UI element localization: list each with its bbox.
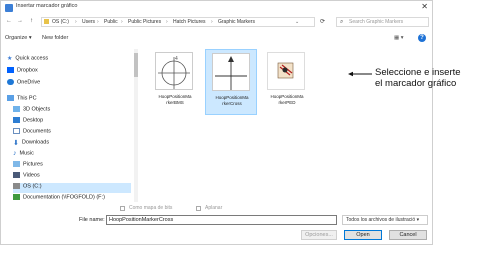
refresh-icon[interactable]: ⟳ [320, 18, 325, 25]
back-arrow-icon[interactable]: ← [6, 18, 12, 24]
help-icon[interactable]: ? [418, 34, 426, 42]
file-dialog: Insertar marcador gráfico ✕ ← → ↑ OS (C:… [0, 0, 433, 245]
options-button[interactable]: Opciones... [301, 230, 337, 240]
star-icon: ★ [7, 56, 13, 62]
title-bar: Insertar marcador gráfico ✕ [1, 1, 432, 15]
new-folder-button[interactable]: New folder [42, 35, 68, 41]
music-icon: ♪ [13, 150, 17, 157]
sidebar-item-dropbox[interactable]: Dropbox [7, 67, 38, 77]
document-icon [13, 128, 20, 134]
breadcrumb-public[interactable]: Public [104, 19, 118, 25]
file-name-input[interactable]: HoopPositionMarkerCross [106, 215, 337, 225]
breadcrumb-graphic-markers[interactable]: Graphic Markers [218, 19, 255, 25]
svg-text:4: 4 [175, 56, 178, 62]
callout-line-2: el marcador gráfico [375, 78, 457, 89]
breadcrumb-users[interactable]: Users [82, 19, 95, 25]
computer-icon [7, 95, 14, 101]
file-name-label: File name: [79, 217, 105, 223]
address-dropdown-icon[interactable]: ⌄ [295, 19, 299, 25]
bitmap-checkbox[interactable] [120, 206, 125, 211]
breadcrumb-hatch-pictures[interactable]: Hatch Pictures [173, 19, 206, 25]
sidebar-item-documentation-drive[interactable]: Documentation (\\FOGFOLD) (F:) [13, 194, 105, 204]
view-options-icon[interactable]: ▦ ▾ [394, 35, 404, 41]
navigation-pane: ★ Quick access Dropbox OneDrive This PC 3… [1, 49, 137, 204]
callout-arrow-icon [348, 71, 372, 77]
sidebar-item-quick-access[interactable]: ★ Quick access [7, 55, 48, 65]
address-bar[interactable]: OS (C:) › Users › Public › Public Pictur… [41, 17, 315, 27]
organize-button[interactable]: Organize ▾ [5, 35, 32, 41]
sidebar-scroll-thumb[interactable] [134, 53, 138, 77]
sidebar-item-music[interactable]: ♪ Music [13, 150, 34, 160]
sidebar-item-documents[interactable]: Documents [13, 128, 51, 138]
sidebar-item-videos[interactable]: Videos [13, 172, 40, 182]
annotation-callout: Seleccione e inserte el marcador gráfico [375, 67, 461, 89]
sidebar-item-onedrive[interactable]: OneDrive [7, 79, 40, 89]
open-button[interactable]: Open [344, 230, 382, 240]
close-icon[interactable]: ✕ [421, 2, 428, 11]
insert-options: Como mapa de bits Aplanar [1, 204, 432, 213]
dropbox-icon [7, 67, 14, 73]
network-drive-icon [13, 194, 20, 200]
file-item[interactable]: HoopPositionMa rkerPED [261, 49, 313, 115]
file-item[interactable]: 4 HoopPositionMa rkerBMS [149, 49, 201, 115]
navigation-row: ← → ↑ OS (C:) › Users › Public › Public … [1, 15, 432, 29]
up-arrow-icon[interactable]: ↑ [30, 18, 33, 24]
file-name-row: File name: HoopPositionMarkerCross Todos… [1, 215, 432, 227]
hoop-image-thumbnail [267, 52, 305, 90]
app-icon [5, 4, 13, 12]
folder-icon [44, 19, 49, 24]
sidebar-item-pictures[interactable]: Pictures [13, 161, 43, 171]
crosshair-arrow-thumbnail [212, 53, 250, 91]
breadcrumb-os-c[interactable]: OS (C:) [52, 19, 69, 25]
video-icon [13, 172, 20, 178]
sidebar-item-os-c[interactable]: OS (C:) [13, 183, 131, 193]
window-title: Insertar marcador gráfico [16, 3, 78, 9]
search-input[interactable]: Search Graphic Markers [349, 19, 403, 25]
search-icon: ⌕ [340, 19, 344, 25]
cloud-icon [7, 79, 14, 85]
crosshair-circle-thumbnail: 4 [155, 52, 193, 90]
file-item-selected[interactable]: HoopPositionMa rkerCross [205, 49, 257, 115]
download-icon: ⬇ [13, 140, 19, 147]
sidebar-item-desktop[interactable]: Desktop [13, 117, 43, 127]
search-box[interactable]: ⌕ Search Graphic Markers [336, 17, 429, 27]
flatten-option-label: Aplanar [205, 205, 223, 211]
pictures-icon [13, 161, 20, 167]
sidebar-item-3d-objects[interactable]: 3D Objects [13, 106, 50, 116]
cancel-button[interactable]: Cancel [389, 230, 427, 240]
sidebar-item-this-pc[interactable]: This PC [7, 95, 37, 105]
callout-line-1: Seleccione e inserte [375, 67, 461, 78]
file-type-select[interactable]: Todos los archivos de ilustració ▾ [342, 215, 428, 225]
flatten-checkbox[interactable] [196, 206, 201, 211]
breadcrumb-public-pictures[interactable]: Public Pictures [128, 19, 161, 25]
bitmap-option-label: Como mapa de bits [129, 205, 173, 211]
toolbar: Organize ▾ New folder ▦ ▾ ? [1, 34, 432, 44]
forward-arrow-icon[interactable]: → [17, 18, 23, 24]
cube-icon [13, 106, 20, 112]
sidebar-item-downloads[interactable]: ⬇ Downloads [13, 139, 49, 149]
drive-icon [13, 183, 20, 189]
desktop-icon [13, 117, 20, 123]
